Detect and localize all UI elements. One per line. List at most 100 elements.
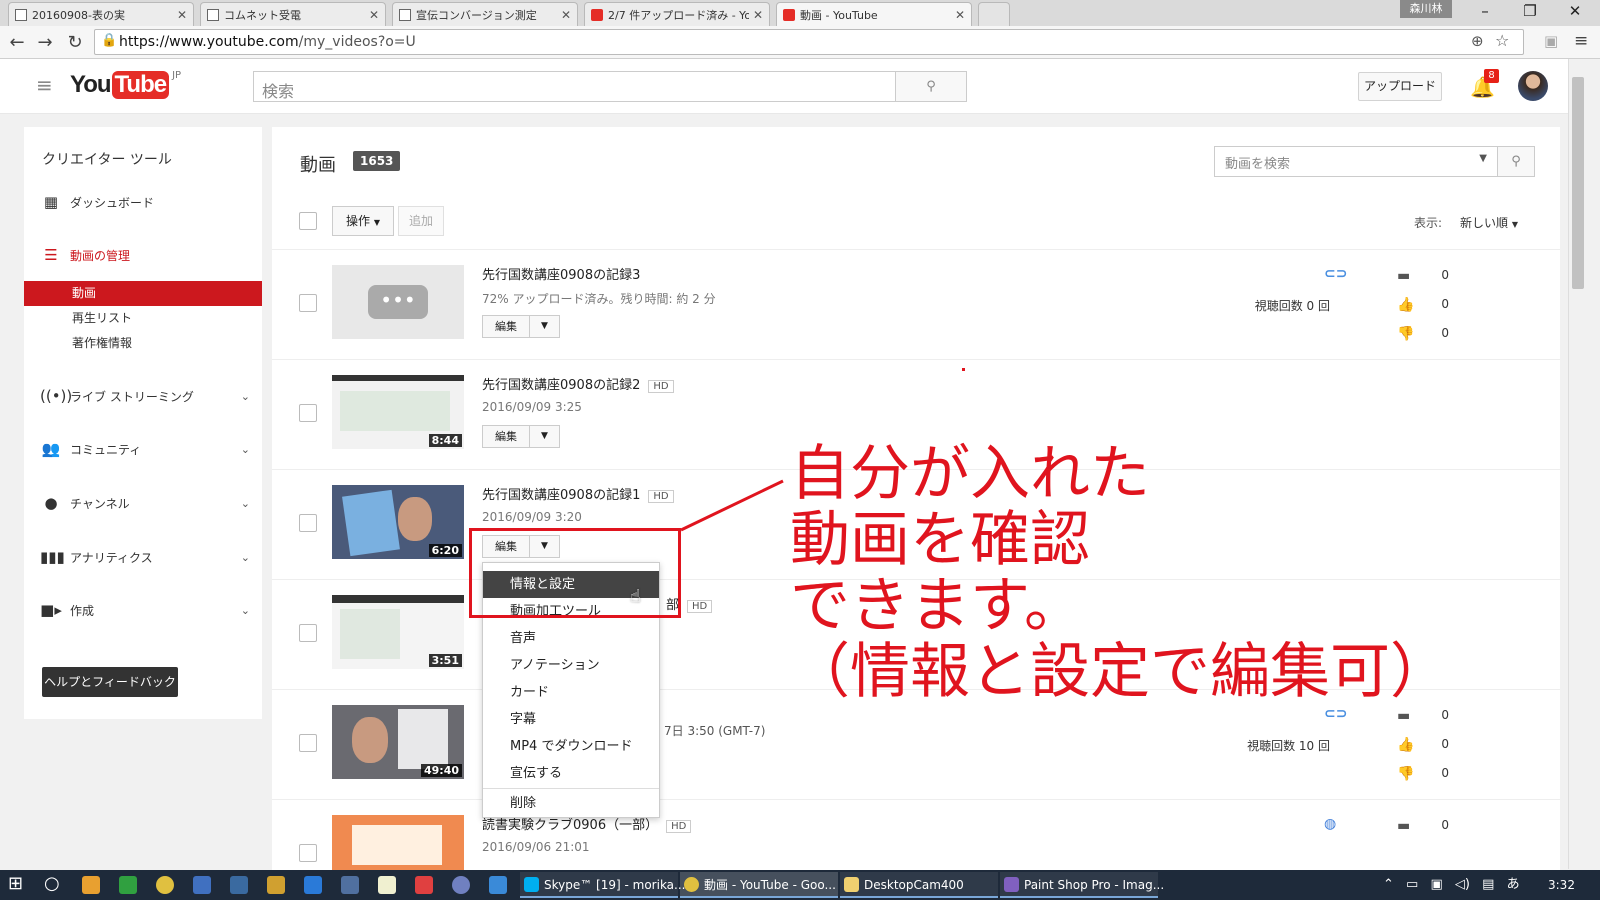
help-feedback-button[interactable]: ヘルプとフィードバック [42, 667, 178, 697]
browser-tab-1[interactable]: 20160908-表の実 ✕ [8, 2, 194, 26]
upload-button[interactable]: アップロード [1358, 72, 1442, 101]
video-search-input[interactable]: 動画を検索 ▼ [1214, 146, 1498, 177]
browser-tab-3[interactable]: 宣伝コンバージョン測定 ✕ [392, 2, 578, 26]
edit-dropdown-toggle[interactable]: ▼ [530, 315, 560, 338]
guide-menu-icon[interactable]: ≡ [36, 73, 53, 97]
row-checkbox[interactable] [299, 294, 317, 312]
app-icon[interactable] [489, 876, 507, 894]
video-thumbnail[interactable]: ••• [332, 265, 464, 339]
avatar[interactable] [1518, 71, 1548, 101]
browser-menu-icon[interactable]: ≡ [1574, 31, 1588, 51]
url-field[interactable]: 🔒 https://www.youtube.com/my_videos?o=U … [94, 29, 1524, 55]
app-icon[interactable] [341, 876, 359, 894]
tray-chevron-up-icon[interactable]: ⌃ [1383, 877, 1394, 892]
add-to-button[interactable]: 追加 [398, 206, 444, 236]
globe-icon[interactable]: ◍ [1324, 816, 1336, 832]
app-icon[interactable] [230, 876, 248, 894]
app-icon[interactable] [415, 876, 433, 894]
browser-tab-4[interactable]: 2/7 件アップロード済み - You ✕ [584, 2, 770, 26]
row-checkbox[interactable] [299, 844, 317, 862]
row-checkbox[interactable] [299, 734, 317, 752]
cortana-icon[interactable]: ○ [44, 873, 60, 894]
menu-item-audio[interactable]: 音声 [483, 625, 659, 652]
menu-item-delete[interactable]: 削除 [483, 790, 659, 817]
menu-item-promote[interactable]: 宣伝する [483, 760, 659, 787]
actions-button[interactable]: 操作 ▼ [332, 206, 394, 236]
action-center-icon[interactable]: ▤ [1482, 877, 1494, 892]
volume-icon[interactable]: ◁) [1455, 877, 1470, 892]
video-thumbnail[interactable]: 6:20 [332, 485, 464, 559]
zoom-icon[interactable]: ⊕ [1471, 32, 1484, 50]
edit-dropdown-toggle[interactable]: ▼ [530, 425, 560, 448]
menu-item-download-mp4[interactable]: MP4 でダウンロード [483, 733, 659, 760]
folder-icon[interactable] [267, 876, 285, 894]
notepad-icon[interactable] [378, 876, 396, 894]
row-checkbox[interactable] [299, 624, 317, 642]
sidebar-item-analytics[interactable]: ▮▮▮ アナリティクス ⌄ [40, 548, 250, 566]
taskbar-clock[interactable]: 3:32 [1548, 870, 1575, 900]
scrollbar-thumb[interactable] [1572, 77, 1584, 289]
sidebar-item-video-manager[interactable]: ☰ 動画の管理 [40, 246, 250, 264]
sidebar-subitem-playlists[interactable]: 再生リスト [24, 306, 262, 331]
youtube-logo[interactable]: You Tube JP [70, 70, 181, 99]
search-input[interactable]: 検索 [253, 71, 896, 102]
link-icon[interactable]: ⊂⊃ [1324, 266, 1347, 282]
menu-item-annotations[interactable]: アノテーション [483, 652, 659, 679]
battery-icon[interactable]: ▭ [1406, 877, 1418, 892]
select-all-checkbox[interactable] [299, 212, 317, 230]
sidebar-item-live[interactable]: ((•)) ライブ ストリーミング ⌄ [40, 387, 250, 405]
ime-indicator[interactable]: あ [1507, 877, 1520, 892]
reload-icon[interactable]: ↻ [64, 32, 86, 53]
video-thumbnail[interactable]: 49:40 [332, 705, 464, 779]
back-icon[interactable]: ← [6, 32, 28, 53]
chrome-icon[interactable] [156, 876, 174, 894]
sidebar-item-channel[interactable]: ● チャンネル ⌄ [40, 494, 250, 512]
search-button[interactable]: ⚲ [895, 71, 967, 102]
close-icon[interactable]: ✕ [955, 8, 965, 22]
app-icon[interactable] [452, 876, 470, 894]
browser-tab-5[interactable]: 動画 - YouTube ✕ [776, 2, 972, 26]
new-tab-button[interactable] [978, 2, 1010, 26]
edit-button[interactable]: 編集 [482, 425, 530, 448]
close-icon[interactable]: ✕ [753, 8, 763, 22]
profile-badge[interactable]: 森川林 [1400, 0, 1452, 18]
video-thumbnail[interactable]: 8:44 [332, 375, 464, 449]
windows-start-icon[interactable]: ⊞ [8, 873, 23, 894]
video-title[interactable]: 先行国数講座0908の記録1 HD [482, 484, 674, 503]
app-icon[interactable] [82, 876, 100, 894]
taskbar-app-paintshop[interactable]: Paint Shop Pro - Imag... [1000, 872, 1164, 898]
minimize-icon[interactable]: – [1465, 2, 1505, 20]
edit-button[interactable]: 編集 [482, 315, 530, 338]
browser-tab-2[interactable]: コムネット受電 ✕ [200, 2, 386, 26]
window-close-icon[interactable]: ✕ [1555, 2, 1595, 20]
video-thumbnail[interactable]: 3:51 [332, 595, 464, 669]
close-icon[interactable]: ✕ [369, 8, 379, 22]
sidebar-item-community[interactable]: 👥 コミュニティ ⌄ [40, 440, 250, 458]
sort-dropdown[interactable]: 新しい順 ▼ [1460, 214, 1518, 231]
network-icon[interactable]: ▣ [1430, 877, 1442, 892]
link-icon[interactable]: ⊂⊃ [1324, 706, 1347, 722]
video-title[interactable]: 先行国数講座0908の記録3 [482, 264, 640, 283]
close-icon[interactable]: ✕ [561, 8, 571, 22]
page-scrollbar[interactable] [1568, 59, 1586, 869]
restore-icon[interactable]: ❐ [1510, 2, 1550, 20]
taskbar-app-desktopcam[interactable]: DesktopCam400 [840, 872, 998, 898]
forward-icon[interactable]: → [34, 32, 56, 53]
menu-item-cards[interactable]: カード [483, 679, 659, 706]
sidebar-item-create[interactable]: ■▸ 作成 ⌄ [40, 601, 250, 619]
menu-item-subtitles[interactable]: 字幕 [483, 706, 659, 733]
video-search-button[interactable]: ⚲ [1497, 146, 1535, 177]
video-title[interactable]: 先行国数講座0908の記録2 HD [482, 374, 674, 393]
taskbar-app-chrome[interactable]: 動画 - YouTube - Goo... [680, 872, 838, 898]
sidebar-subitem-copyright[interactable]: 著作権情報 [24, 331, 262, 356]
taskbar-app-skype[interactable]: Skype™ [19] - morika... [520, 872, 685, 898]
close-icon[interactable]: ✕ [177, 8, 187, 22]
row-checkbox[interactable] [299, 514, 317, 532]
app-icon[interactable] [119, 876, 137, 894]
edge-icon[interactable] [304, 876, 322, 894]
bookmark-star-icon[interactable]: ☆ [1495, 31, 1509, 50]
app-icon[interactable] [193, 876, 211, 894]
rss-icon[interactable]: ▣ [1544, 32, 1558, 50]
sidebar-item-dashboard[interactable]: ▦ ダッシュボード [40, 193, 250, 211]
caret-down-icon[interactable]: ▼ [1479, 153, 1487, 164]
